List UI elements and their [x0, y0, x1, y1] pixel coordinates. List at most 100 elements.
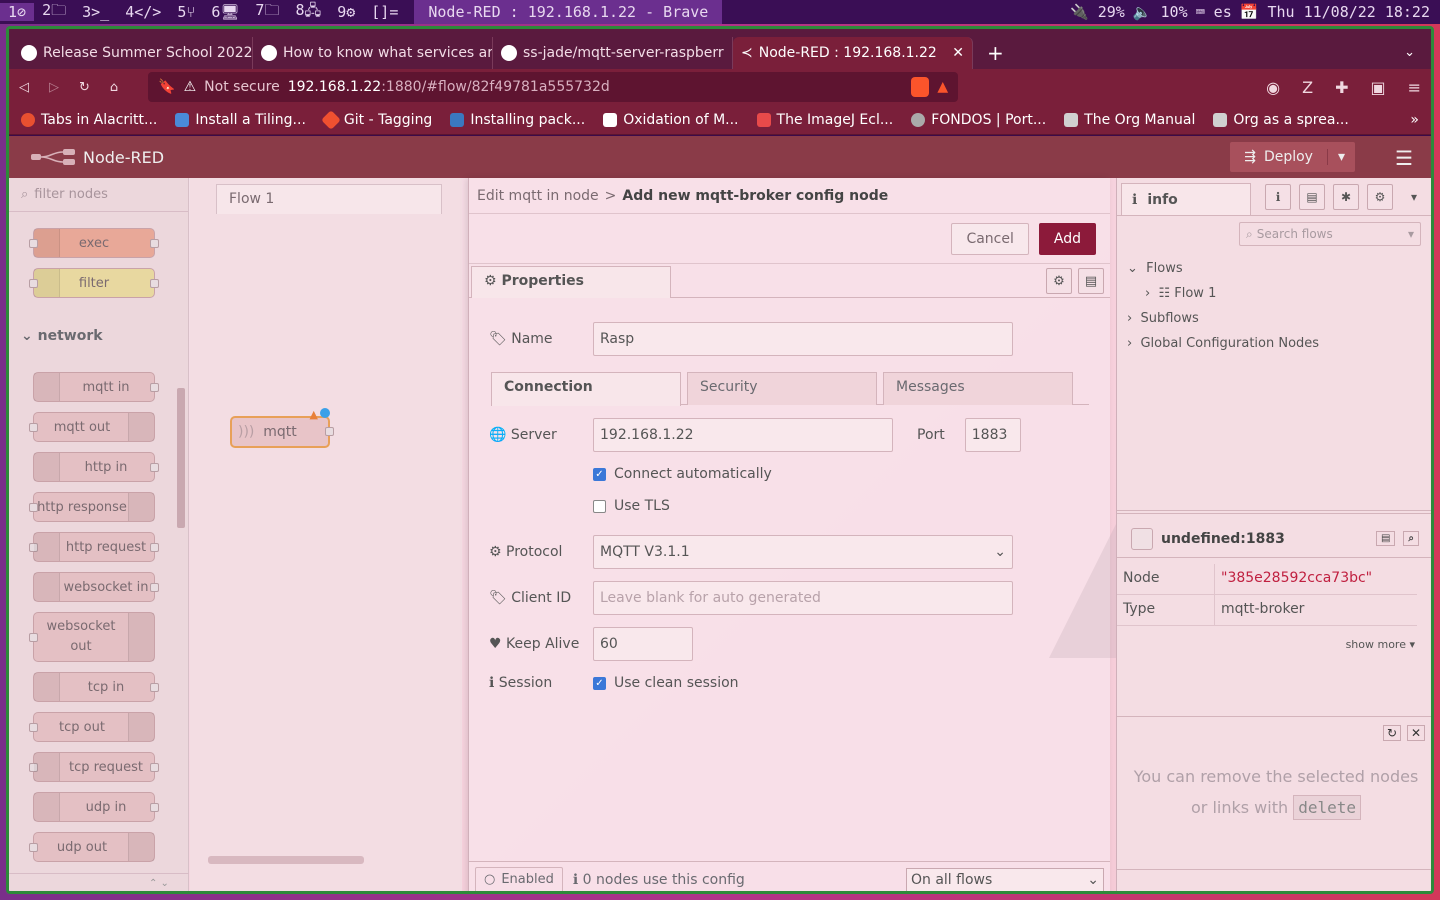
- workspace-3[interactable]: 3>_: [74, 3, 117, 21]
- breadcrumb[interactable]: Edit mqtt in node: [477, 188, 599, 204]
- sidebar-splitter[interactable]: [1117, 510, 1431, 514]
- tree-item-global-config[interactable]: › Global Configuration Nodes: [1127, 331, 1319, 356]
- palette-node-tcp-request[interactable]: tcp request: [29, 752, 159, 782]
- bookmark-item[interactable]: Tabs in Alacritt...: [21, 112, 157, 128]
- bookmark-item[interactable]: The ImageJ Ecl...: [756, 112, 893, 128]
- chevron-down-icon[interactable]: ▾: [1401, 184, 1427, 210]
- workspace-4[interactable]: 4</>: [117, 3, 169, 21]
- zotero-icon[interactable]: Z: [1302, 78, 1313, 97]
- canvas-node-mqtt[interactable]: ))) mqtt ▲: [230, 408, 334, 448]
- palette-node-mqtt-out[interactable]: mqtt out: [29, 412, 155, 442]
- new-tab-button[interactable]: +: [973, 37, 1018, 69]
- tab-flow-1[interactable]: Flow 1: [216, 184, 442, 214]
- collapse-icon[interactable]: ⌃ ⌄: [149, 878, 169, 889]
- show-more-link[interactable]: show more ▾: [1346, 638, 1415, 651]
- tab-connection[interactable]: Connection: [491, 372, 681, 406]
- tree-item-subflows[interactable]: › Subflows: [1127, 306, 1319, 331]
- palette-scrollbar[interactable]: [177, 388, 185, 528]
- palette-node-websocket-in[interactable]: websocket in: [33, 572, 159, 602]
- palette-node-tcp-in[interactable]: tcp in: [33, 672, 159, 702]
- workspace-5[interactable]: 5⑂: [169, 3, 203, 21]
- bookmark-item[interactable]: FONDOS | Port...: [911, 112, 1046, 128]
- palette-node-tcp-out[interactable]: tcp out: [29, 712, 155, 742]
- book-icon[interactable]: ▤: [1299, 184, 1325, 210]
- bookmark-item[interactable]: The Org Manual: [1064, 112, 1195, 128]
- workspace-8[interactable]: 8🖧: [287, 0, 329, 25]
- browser-tab[interactable]: ss-jade/mqtt-server-raspberr: [493, 37, 733, 69]
- settings-gear-icon[interactable]: ⚙: [1046, 268, 1072, 294]
- palette-node-exec[interactable]: exec: [29, 228, 159, 258]
- book-icon[interactable]: ▤: [1375, 531, 1396, 546]
- tab-messages[interactable]: Messages: [883, 372, 1073, 405]
- description-icon[interactable]: ▤: [1078, 268, 1104, 294]
- palette-node-udp-out[interactable]: udp out: [29, 832, 155, 862]
- puzzle-icon[interactable]: ✚: [1335, 78, 1348, 97]
- home-icon[interactable]: ⌂: [110, 80, 118, 95]
- bookmark-item[interactable]: Oxidation of M...: [603, 112, 739, 128]
- use-tls-checkbox[interactable]: Use TLS: [593, 498, 670, 514]
- more-bookmarks-icon[interactable]: »: [1410, 112, 1419, 128]
- client-id-input[interactable]: Leave blank for auto generated: [593, 581, 1013, 615]
- wallet-icon[interactable]: ▣: [1370, 78, 1385, 97]
- bookmark-item[interactable]: Git - Tagging: [321, 109, 432, 130]
- workspace-1[interactable]: 1⊘: [0, 3, 35, 21]
- port-input[interactable]: 1883: [964, 418, 1021, 452]
- workspace-7[interactable]: 7🗀: [247, 0, 287, 25]
- bookmark-item[interactable]: Install a Tiling...: [175, 112, 306, 128]
- bug-icon[interactable]: ✱: [1333, 184, 1359, 210]
- flow-workspace[interactable]: Flow 1 ))) mqtt ▲: [190, 178, 462, 891]
- forward-icon[interactable]: ▷: [49, 80, 59, 95]
- deploy-menu-icon[interactable]: ▾: [1326, 149, 1355, 165]
- server-input[interactable]: 192.168.1.22: [593, 418, 893, 452]
- enabled-toggle[interactable]: ○ Enabled: [475, 866, 563, 891]
- brave-shield-icon[interactable]: [911, 77, 930, 97]
- palette-node-websocket-out[interactable]: websocket out: [29, 612, 155, 662]
- back-icon[interactable]: ◁: [19, 80, 29, 95]
- gear-icon[interactable]: ⚙: [1367, 184, 1393, 210]
- address-bar[interactable]: 🔖 ⚠ Not secure 192.168.1.22:1880/#flow/8…: [148, 72, 959, 102]
- palette-node-http-in[interactable]: http in: [33, 452, 159, 482]
- workspace-9[interactable]: 9⚙: [329, 3, 363, 21]
- browser-tab[interactable]: How to know what services ar: [253, 37, 493, 69]
- brave-rewards-icon[interactable]: ▲: [937, 79, 948, 95]
- main-menu-icon[interactable]: ☰: [1395, 146, 1413, 170]
- palette-node-mqtt-in[interactable]: mqtt in: [33, 372, 159, 402]
- extension-icon[interactable]: ◉: [1266, 78, 1280, 97]
- clean-session-checkbox[interactable]: ✓ Use clean session: [593, 675, 739, 691]
- bookmark-icon[interactable]: 🔖: [158, 79, 175, 95]
- browser-tab-active[interactable]: ≺ Node-RED : 192.168.1.22 ✕: [733, 37, 973, 69]
- palette-node-filter[interactable]: filter: [29, 268, 159, 298]
- palette-filter[interactable]: ⌕ filter nodes: [9, 178, 188, 212]
- cancel-button[interactable]: Cancel: [951, 222, 1029, 255]
- deploy-button[interactable]: ⇶ Deploy ▾: [1230, 142, 1355, 172]
- close-tab-icon[interactable]: ✕: [952, 45, 964, 61]
- tab-info[interactable]: ℹ info: [1121, 183, 1251, 215]
- refresh-icon[interactable]: ↻: [1382, 725, 1401, 741]
- tree-item-flows[interactable]: ⌄ Flows: [1127, 256, 1319, 281]
- tab-list-chevron-icon[interactable]: ⌄: [1388, 37, 1431, 69]
- tab-security[interactable]: Security: [687, 372, 877, 405]
- palette-node-http-request[interactable]: http request: [29, 532, 159, 562]
- keepalive-input[interactable]: 60: [593, 627, 693, 661]
- add-button[interactable]: Add: [1038, 222, 1096, 255]
- bookmark-item[interactable]: Installing pack...: [450, 112, 585, 128]
- tab-properties[interactable]: ⚙ Properties: [471, 266, 671, 298]
- info-icon[interactable]: ℹ: [1265, 184, 1291, 210]
- protocol-select[interactable]: MQTT V3.1.1 ⌄: [593, 535, 1013, 569]
- workspace-6[interactable]: 6🖥: [203, 3, 247, 21]
- scope-select[interactable]: On all flows ⌄: [906, 867, 1104, 891]
- menu-icon[interactable]: ≡: [1408, 78, 1421, 97]
- reload-icon[interactable]: ↻: [79, 80, 90, 95]
- search-flows-input[interactable]: ⌕ Search flows ▾: [1239, 222, 1421, 246]
- tree-item-flow-1[interactable]: › ☷ Flow 1: [1127, 281, 1319, 306]
- output-port[interactable]: [325, 427, 334, 436]
- name-input[interactable]: Rasp: [593, 322, 1013, 356]
- palette-node-http-response[interactable]: http response: [29, 492, 155, 522]
- browser-tab[interactable]: Release Summer School 2022: [13, 37, 253, 69]
- bookmark-item[interactable]: Org as a sprea...: [1213, 112, 1349, 128]
- workspace-2[interactable]: 2🗀: [34, 0, 74, 25]
- connect-automatically-checkbox[interactable]: ✓ Connect automatically: [593, 466, 772, 482]
- palette-node-udp-in[interactable]: udp in: [33, 792, 159, 822]
- palette-category[interactable]: ⌄ network: [21, 328, 103, 344]
- close-icon[interactable]: ✕: [1406, 725, 1425, 741]
